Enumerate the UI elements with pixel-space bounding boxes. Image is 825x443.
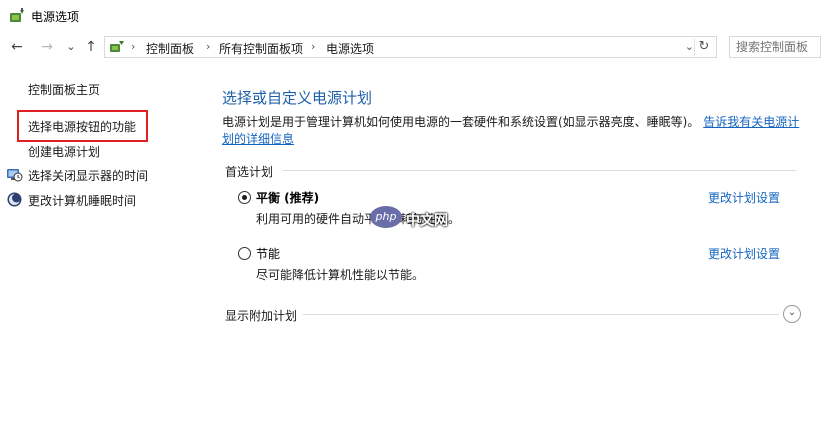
divider	[283, 170, 796, 171]
breadcrumb-separator[interactable]: ›	[311, 40, 315, 53]
sidebar-item-label: 选择关闭显示器的时间	[28, 169, 149, 183]
up-button[interactable]: ↑	[82, 38, 100, 56]
back-button[interactable]: ←	[8, 38, 26, 56]
window-title: 电源选项	[31, 10, 80, 24]
page-description: 电源计划是用于管理计算机如何使用电源的一套硬件和系统设置(如显示器亮度、睡眠等)…	[222, 114, 807, 148]
breadcrumb-all-items[interactable]: 所有控制面板项	[219, 40, 303, 57]
address-bar[interactable]: › 控制面板 › 所有控制面板项 › 电源选项 ⌄ ↻	[104, 36, 717, 58]
description-text: 电源计划是用于管理计算机如何使用电源的一套硬件和系统设置(如显示器亮度、睡眠等)…	[222, 115, 700, 129]
sidebar-item-label: 更改计算机睡眠时间	[28, 194, 137, 208]
watermark-logo-text: php	[375, 210, 397, 223]
power-options-icon	[10, 8, 24, 22]
recent-locations-button[interactable]: ⌄	[62, 38, 80, 56]
search-box[interactable]	[729, 36, 821, 58]
moon-sleep-icon	[7, 192, 22, 207]
address-dropdown-icon[interactable]: ⌄	[685, 40, 694, 53]
site-watermark: php 中文网	[370, 206, 452, 232]
refresh-button[interactable]: ↻	[694, 38, 713, 56]
breadcrumb-control-panel[interactable]: 控制面板	[146, 40, 194, 57]
plan-power-saver-radio[interactable]	[238, 247, 251, 260]
divider	[303, 314, 779, 315]
sidebar-item-create-plan[interactable]: 创建电源计划	[28, 143, 100, 160]
plan-balanced-change-settings-link[interactable]: 更改计划设置	[708, 189, 780, 206]
plan-balanced-radio[interactable]	[238, 191, 251, 204]
preferred-plans-label: 首选计划	[225, 165, 274, 179]
plan-power-saver-name[interactable]: 节能	[256, 245, 280, 262]
breadcrumb-power-options[interactable]: 电源选项	[326, 40, 374, 57]
monitor-clock-icon	[7, 169, 23, 182]
plan-balanced-name[interactable]: 平衡 (推荐)	[256, 189, 319, 206]
plan-power-saver-description: 尽可能降低计算机性能以节能。	[256, 268, 425, 282]
breadcrumb-separator[interactable]: ›	[206, 40, 210, 53]
page-title: 选择或自定义电源计划	[222, 89, 373, 107]
title-bar: 电源选项	[0, 0, 825, 32]
control-panel-home-link[interactable]: 控制面板主页	[28, 81, 100, 98]
search-input[interactable]	[730, 37, 820, 57]
control-panel-icon	[110, 41, 124, 52]
expand-additional-plans-button[interactable]: ⌄	[783, 305, 801, 323]
watermark-text: 中文网	[406, 213, 448, 229]
show-additional-plans-label[interactable]: 显示附加计划	[225, 307, 297, 324]
breadcrumb-separator: ›	[131, 40, 136, 53]
forward-button[interactable]: →	[38, 38, 56, 56]
plan-power-saver-change-settings-link[interactable]: 更改计划设置	[708, 245, 780, 262]
sidebar-item-power-button-function[interactable]: 选择电源按钮的功能	[28, 118, 136, 135]
